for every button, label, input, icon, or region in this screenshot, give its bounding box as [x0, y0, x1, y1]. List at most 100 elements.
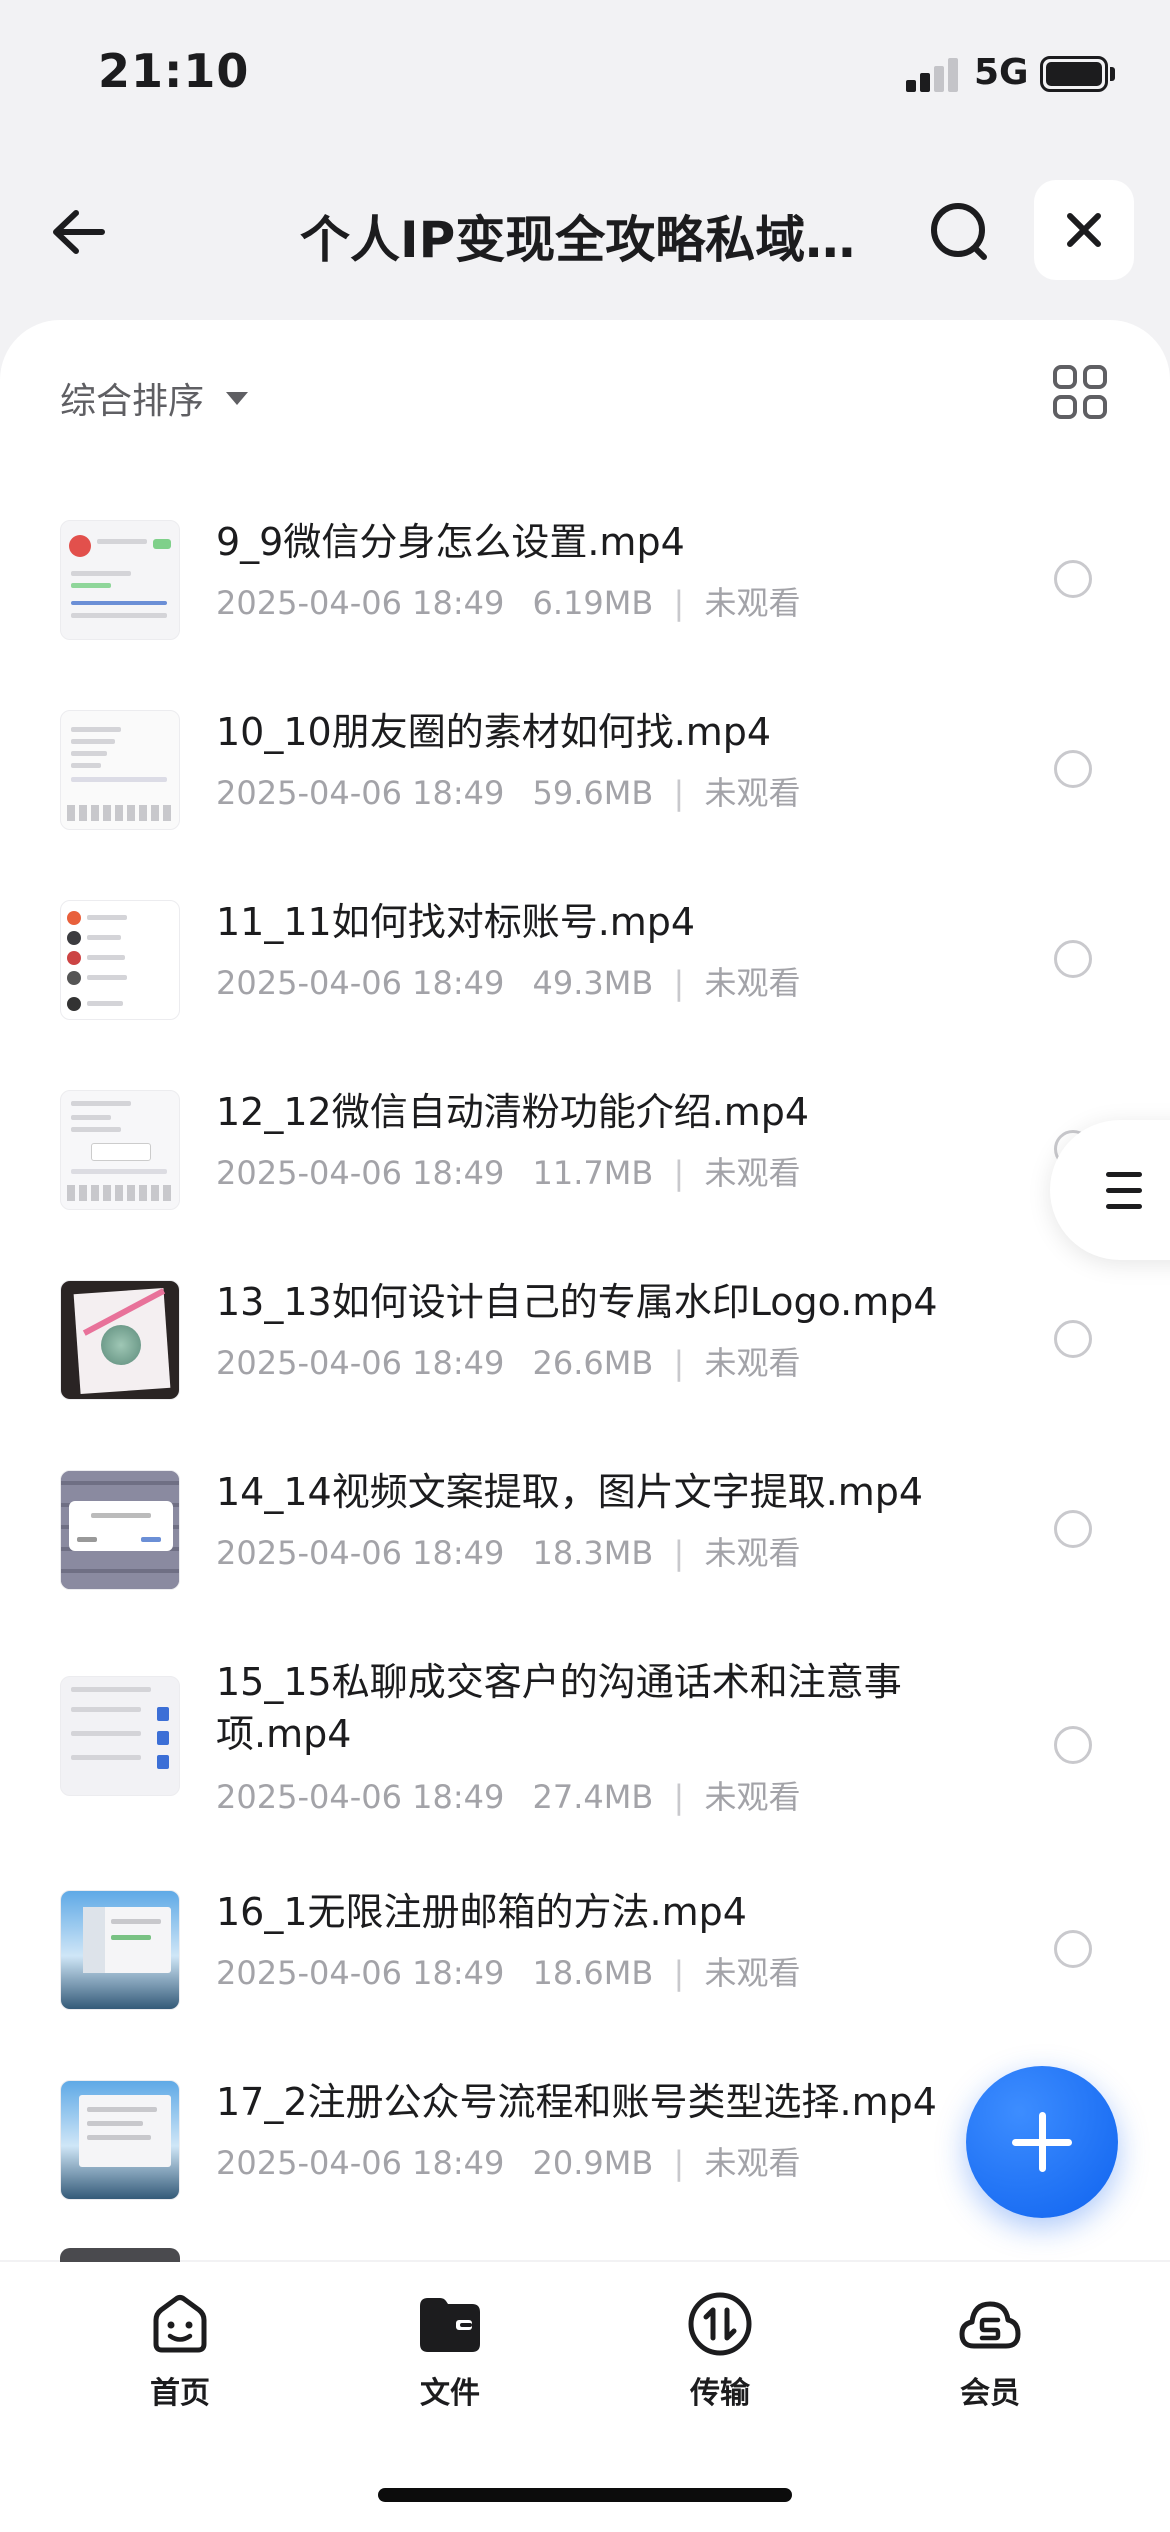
file-meta: 2025-04-06 18:49 59.6MB | 未观看	[216, 768, 800, 814]
file-size: 18.6MB	[532, 1954, 654, 1992]
watch-status: 未观看	[704, 774, 801, 812]
keyboard-graphic	[67, 805, 173, 821]
file-name: 10_10朋友圈的素材如何找.mp4	[216, 710, 772, 754]
battery-icon	[1040, 56, 1108, 92]
nav-item-files[interactable]: 文件	[370, 2290, 530, 2420]
file-date: 2025-04-06 18:49	[216, 1954, 505, 1992]
watch-status: 未观看	[704, 1954, 801, 1992]
file-row[interactable]: 16_1无限注册邮箱的方法.mp4 2025-04-06 18:49 18.6M…	[0, 1850, 1170, 2040]
select-radio[interactable]	[1054, 1510, 1092, 1548]
select-radio[interactable]	[1054, 940, 1092, 978]
file-row[interactable]: 12_12微信自动清粉功能介绍.mp4 2025-04-06 18:49 11.…	[0, 1050, 1170, 1240]
nav-item-vip[interactable]: 会员	[910, 2290, 1070, 2420]
video-thumbnail	[60, 1676, 180, 1796]
status-bar: 21:10 5G	[0, 0, 1170, 150]
file-name: 17_2注册公众号流程和账号类型选择.mp4	[216, 2080, 937, 2124]
nav-label: 会员	[960, 2376, 1020, 2411]
file-row[interactable]: 9_9微信分身怎么设置.mp4 2025-04-06 18:49 6.19MB …	[0, 480, 1170, 670]
back-button[interactable]	[40, 192, 120, 272]
select-radio[interactable]	[1054, 560, 1092, 598]
file-row[interactable]: 10_10朋友圈的素材如何找.mp4 2025-04-06 18:49 59.6…	[0, 670, 1170, 860]
meta-divider: |	[673, 774, 685, 812]
meta-divider: |	[673, 1154, 685, 1192]
file-name: 13_13如何设计自己的专属水印Logo.mp4	[216, 1280, 938, 1324]
nav-label: 传输	[690, 2376, 750, 2411]
file-meta: 2025-04-06 18:49 11.7MB | 未观看	[216, 1148, 800, 1194]
file-size: 27.4MB	[532, 1778, 654, 1816]
top-bar: 个人IP变现全攻略私域...	[0, 170, 1170, 290]
meta-divider: |	[673, 584, 685, 622]
meta-divider: |	[673, 964, 685, 1002]
file-date: 2025-04-06 18:49	[216, 1778, 505, 1816]
status-time: 21:10	[98, 44, 250, 98]
file-meta: 2025-04-06 18:49 49.3MB | 未观看	[216, 958, 800, 1004]
select-radio[interactable]	[1054, 1930, 1092, 1968]
watch-status: 未观看	[704, 584, 801, 622]
watch-status: 未观看	[704, 1344, 801, 1382]
app-screen: 21:10 5G 个人IP变现全攻略私域... 综合排序 9_9微信分身怎么设置…	[0, 0, 1170, 2532]
file-date: 2025-04-06 18:49	[216, 2144, 505, 2182]
nav-item-home[interactable]: 首页	[100, 2290, 260, 2420]
grid-view-button[interactable]	[1052, 364, 1108, 420]
watch-status: 未观看	[704, 1534, 801, 1572]
file-date: 2025-04-06 18:49	[216, 584, 505, 622]
file-meta: 2025-04-06 18:49 27.4MB | 未观看	[216, 1772, 800, 1818]
meta-divider: |	[673, 2144, 685, 2182]
file-meta: 2025-04-06 18:49 20.9MB | 未观看	[216, 2138, 800, 2184]
select-radio[interactable]	[1054, 750, 1092, 788]
grid-view-icon	[1053, 365, 1107, 419]
file-size: 11.7MB	[532, 1154, 654, 1192]
watch-status: 未观看	[704, 1778, 801, 1816]
file-size: 26.6MB	[532, 1344, 654, 1382]
video-thumbnail	[60, 900, 180, 1020]
close-icon	[1067, 213, 1101, 247]
sort-dropdown[interactable]: 综合排序	[60, 368, 249, 428]
search-button[interactable]	[920, 192, 1000, 272]
meta-divider: |	[673, 1534, 685, 1572]
file-name: 16_1无限注册邮箱的方法.mp4	[216, 1890, 747, 1934]
file-row[interactable]: 11_11如何找对标账号.mp4 2025-04-06 18:49 49.3MB…	[0, 860, 1170, 1050]
watch-status: 未观看	[704, 1154, 801, 1192]
video-thumbnail	[60, 1280, 180, 1400]
file-meta: 2025-04-06 18:49 18.6MB | 未观看	[216, 1948, 800, 1994]
caret-down-icon	[226, 391, 249, 405]
file-date: 2025-04-06 18:49	[216, 1154, 505, 1192]
file-size: 59.6MB	[532, 774, 654, 812]
file-date: 2025-04-06 18:49	[216, 1344, 505, 1382]
vip-cloud-icon	[959, 2301, 1021, 2349]
nav-item-transfer[interactable]: 传输	[640, 2290, 800, 2420]
home-face-icon	[153, 2295, 207, 2353]
search-icon	[931, 203, 987, 260]
file-meta: 2025-04-06 18:49 6.19MB | 未观看	[216, 578, 800, 624]
meta-divider: |	[673, 1344, 685, 1382]
close-button[interactable]	[1034, 180, 1134, 280]
video-thumbnail	[60, 1890, 180, 2010]
page-title: 个人IP变现全攻略私域...	[300, 211, 860, 269]
signal-strength-icon	[906, 58, 960, 92]
select-radio[interactable]	[1054, 1320, 1092, 1358]
video-thumbnail	[60, 2080, 180, 2200]
watch-status: 未观看	[704, 2144, 801, 2182]
file-size: 49.3MB	[532, 964, 654, 1002]
meta-divider: |	[673, 1954, 685, 1992]
file-row[interactable]: 13_13如何设计自己的专属水印Logo.mp4 2025-04-06 18:4…	[0, 1240, 1170, 1430]
add-button[interactable]	[966, 2066, 1118, 2218]
file-meta: 2025-04-06 18:49 18.3MB | 未观看	[216, 1528, 800, 1574]
file-panel: 综合排序 9_9微信分身怎么设置.mp4 2025-04-06 18:49 6.…	[0, 320, 1170, 2260]
file-row[interactable]: 14_14视频文案提取，图片文字提取.mp4 2025-04-06 18:49 …	[0, 1430, 1170, 1620]
file-size: 6.19MB	[532, 584, 654, 622]
meta-divider: |	[673, 1778, 685, 1816]
file-size: 18.3MB	[532, 1534, 654, 1572]
nav-label: 文件	[420, 2376, 480, 2411]
watch-status: 未观看	[704, 964, 801, 1002]
back-arrow-icon	[53, 210, 105, 254]
file-row[interactable]: 15_15私聊成交客户的沟通话术和注意事项.mp4 2025-04-06 18:…	[0, 1620, 1170, 1850]
file-meta: 2025-04-06 18:49 26.6MB | 未观看	[216, 1338, 800, 1384]
video-thumbnail	[60, 520, 180, 640]
file-name: 9_9微信分身怎么设置.mp4	[216, 520, 685, 564]
select-radio[interactable]	[1054, 1726, 1092, 1764]
file-name: 14_14视频文案提取，图片文字提取.mp4	[216, 1470, 924, 1514]
video-thumbnail	[60, 1470, 180, 1590]
partial-thumbnail	[60, 2248, 180, 2262]
folder-icon	[420, 2298, 480, 2352]
